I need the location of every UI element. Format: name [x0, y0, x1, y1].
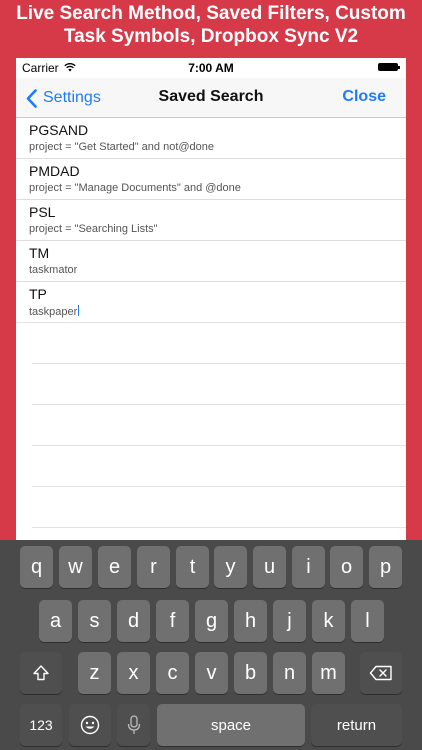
- list-item[interactable]: PGSAND project = "Get Started" and not@d…: [16, 118, 406, 159]
- key-r[interactable]: r: [137, 546, 170, 588]
- text-cursor: [78, 305, 80, 316]
- search-query: project = "Get Started" and not@done: [29, 141, 215, 153]
- status-bar: Carrier 7:00 AM: [16, 58, 406, 78]
- key-l[interactable]: l: [351, 600, 384, 642]
- search-name: PSL: [29, 204, 56, 220]
- saved-search-list: PGSAND project = "Get Started" and not@d…: [16, 118, 406, 528]
- dictation-key[interactable]: [117, 704, 150, 746]
- key-p[interactable]: p: [369, 546, 402, 588]
- key-v[interactable]: v: [195, 652, 228, 694]
- key-w[interactable]: w: [59, 546, 92, 588]
- key-u[interactable]: u: [253, 546, 286, 588]
- promo-line-1: Live Search Method, Saved Filters, Custo…: [16, 3, 406, 24]
- key-t[interactable]: t: [176, 546, 209, 588]
- empty-row: [32, 364, 406, 405]
- key-a[interactable]: a: [39, 600, 72, 642]
- empty-row: [32, 323, 406, 364]
- key-k[interactable]: k: [312, 600, 345, 642]
- microphone-icon: [127, 715, 140, 734]
- search-name: PGSAND: [29, 122, 89, 138]
- list-item[interactable]: TM taskmator: [16, 241, 406, 282]
- list-item[interactable]: PSL project = "Searching Lists": [16, 200, 406, 241]
- battery-icon: [378, 63, 400, 71]
- empty-row: [32, 446, 406, 487]
- emoji-icon: [80, 715, 100, 735]
- backspace-icon: [369, 665, 392, 681]
- empty-row: [32, 487, 406, 528]
- key-o[interactable]: o: [330, 546, 363, 588]
- emoji-key[interactable]: [69, 704, 111, 746]
- key-y[interactable]: y: [214, 546, 247, 588]
- space-key[interactable]: space: [157, 704, 305, 746]
- key-e[interactable]: e: [98, 546, 131, 588]
- numbers-key[interactable]: 123: [20, 704, 62, 746]
- search-query: taskpaper: [29, 306, 78, 318]
- key-d[interactable]: d: [117, 600, 150, 642]
- list-item[interactable]: TP taskpaper: [16, 282, 406, 323]
- key-h[interactable]: h: [234, 600, 267, 642]
- search-query: project = "Searching Lists": [29, 223, 158, 235]
- search-query-field[interactable]: taskpaper: [29, 305, 406, 319]
- key-n[interactable]: n: [273, 652, 306, 694]
- list-item[interactable]: PMDAD project = "Manage Documents" and @…: [16, 159, 406, 200]
- search-name: PMDAD: [29, 163, 80, 179]
- key-g[interactable]: g: [195, 600, 228, 642]
- close-button[interactable]: Close: [342, 88, 386, 106]
- promo-banner: Live Search Method, Saved Filters, Custo…: [0, 0, 422, 58]
- empty-row: [32, 405, 406, 446]
- search-query: taskmator: [29, 264, 78, 276]
- search-name: TM: [29, 245, 50, 261]
- keyboard: q w e r t y u i o p a s d f g h j k l z …: [0, 540, 422, 750]
- key-q[interactable]: q: [20, 546, 53, 588]
- key-b[interactable]: b: [234, 652, 267, 694]
- key-c[interactable]: c: [156, 652, 189, 694]
- status-time: 7:00 AM: [188, 61, 234, 75]
- key-s[interactable]: s: [78, 600, 111, 642]
- delete-key[interactable]: [360, 652, 402, 694]
- shift-icon: [33, 665, 49, 681]
- shift-key[interactable]: [20, 652, 62, 694]
- search-query: project = "Manage Documents" and @done: [29, 182, 241, 194]
- key-f[interactable]: f: [156, 600, 189, 642]
- promo-line-2: Task Symbols, Dropbox Sync V2: [63, 26, 359, 47]
- key-i[interactable]: i: [292, 546, 325, 588]
- key-z[interactable]: z: [78, 652, 111, 694]
- navigation-bar: Settings Saved Search Close: [16, 78, 406, 118]
- key-x[interactable]: x: [117, 652, 150, 694]
- search-name: TP: [29, 286, 47, 302]
- return-key[interactable]: return: [311, 704, 402, 746]
- key-m[interactable]: m: [312, 652, 345, 694]
- key-j[interactable]: j: [273, 600, 306, 642]
